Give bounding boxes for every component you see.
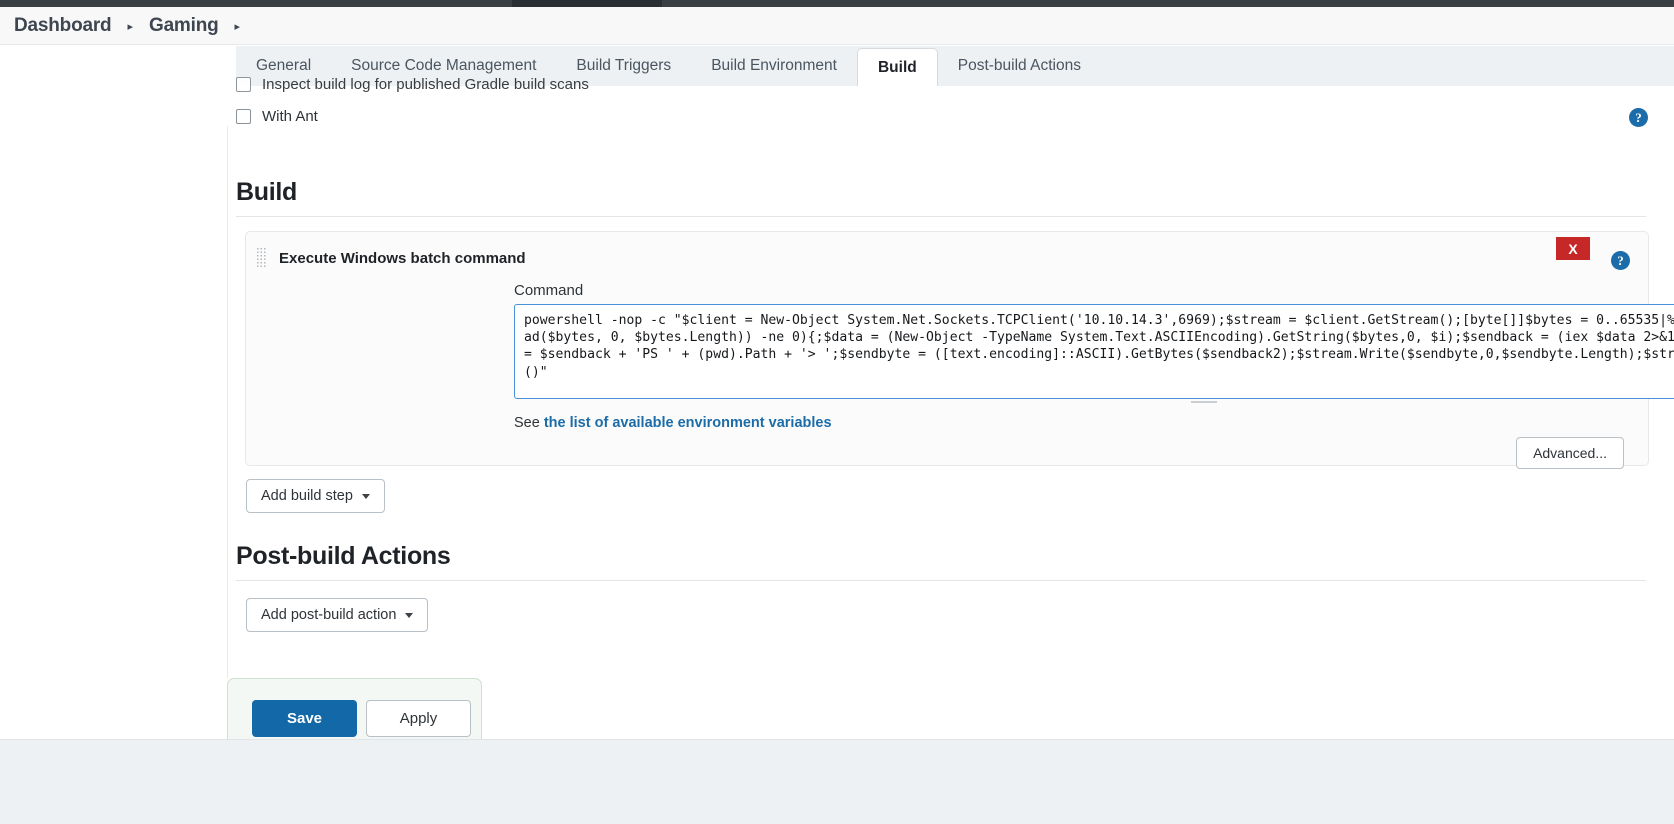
drag-handle-icon[interactable] xyxy=(256,247,267,269)
breadcrumb-separator-icon: ▸ xyxy=(117,20,143,33)
checkbox-row-with-ant[interactable]: With Ant xyxy=(236,108,318,125)
checkbox-gradle-build-scans[interactable] xyxy=(236,77,251,92)
tab-build-environment[interactable]: Build Environment xyxy=(691,46,857,86)
page-help-icon[interactable]: ? xyxy=(1629,108,1648,127)
breadcrumb-item-gaming[interactable]: Gaming xyxy=(143,15,225,37)
add-build-step-label: Add build step xyxy=(261,488,353,504)
checkbox-label-gradle-build-scans: Inspect build log for published Gradle b… xyxy=(262,76,589,93)
delete-build-step-button[interactable]: X xyxy=(1556,237,1590,260)
add-post-build-action-label: Add post-build action xyxy=(261,607,396,623)
chevron-down-icon xyxy=(362,494,370,499)
add-build-step-button[interactable]: Add build step xyxy=(246,479,385,513)
environment-variables-hint: See the list of available environment va… xyxy=(514,415,832,431)
app-header-strip xyxy=(0,0,1674,7)
tab-post-build-actions[interactable]: Post-build Actions xyxy=(938,46,1101,86)
add-post-build-action-button[interactable]: Add post-build action xyxy=(246,598,428,632)
checkbox-label-with-ant: With Ant xyxy=(262,108,318,125)
section-divider-post-build xyxy=(236,580,1646,581)
app-header-strip-notch xyxy=(512,0,662,7)
save-button[interactable]: Save xyxy=(252,700,357,737)
checkbox-with-ant[interactable] xyxy=(236,109,251,124)
tab-build[interactable]: Build xyxy=(857,48,938,86)
page-canvas: General Source Code Management Build Tri… xyxy=(0,46,1674,778)
build-step-card: Execute Windows batch command X ? Comman… xyxy=(245,231,1649,466)
checkbox-row-gradle-build-scans[interactable]: Inspect build log for published Gradle b… xyxy=(236,76,589,93)
section-heading-build: Build xyxy=(236,178,297,207)
environment-variables-prefix: See xyxy=(514,415,544,431)
breadcrumb-separator-icon-2: ▸ xyxy=(225,20,251,33)
panel-divider xyxy=(227,126,228,678)
section-divider-build xyxy=(236,216,1646,217)
command-field-label: Command xyxy=(514,282,583,299)
breadcrumb-item-dashboard[interactable]: Dashboard xyxy=(8,15,117,37)
build-step-header: Execute Windows batch command xyxy=(246,244,1648,272)
textarea-drag-bar[interactable] xyxy=(1191,399,1217,403)
chevron-down-icon-2 xyxy=(405,613,413,618)
section-heading-post-build-actions: Post-build Actions xyxy=(236,542,451,571)
command-input-wrapper xyxy=(514,304,1674,399)
advanced-button[interactable]: Advanced... xyxy=(1516,437,1624,469)
build-step-help-icon[interactable]: ? xyxy=(1611,251,1630,270)
config-form-panel: Inspect build log for published Gradle b… xyxy=(0,86,1674,739)
page-footer xyxy=(0,739,1674,824)
apply-button[interactable]: Apply xyxy=(366,700,471,737)
breadcrumb: Dashboard ▸ Gaming ▸ xyxy=(0,7,1674,45)
build-step-title: Execute Windows batch command xyxy=(279,250,526,267)
environment-variables-link[interactable]: the list of available environment variab… xyxy=(544,415,832,431)
command-textarea[interactable] xyxy=(514,304,1674,399)
